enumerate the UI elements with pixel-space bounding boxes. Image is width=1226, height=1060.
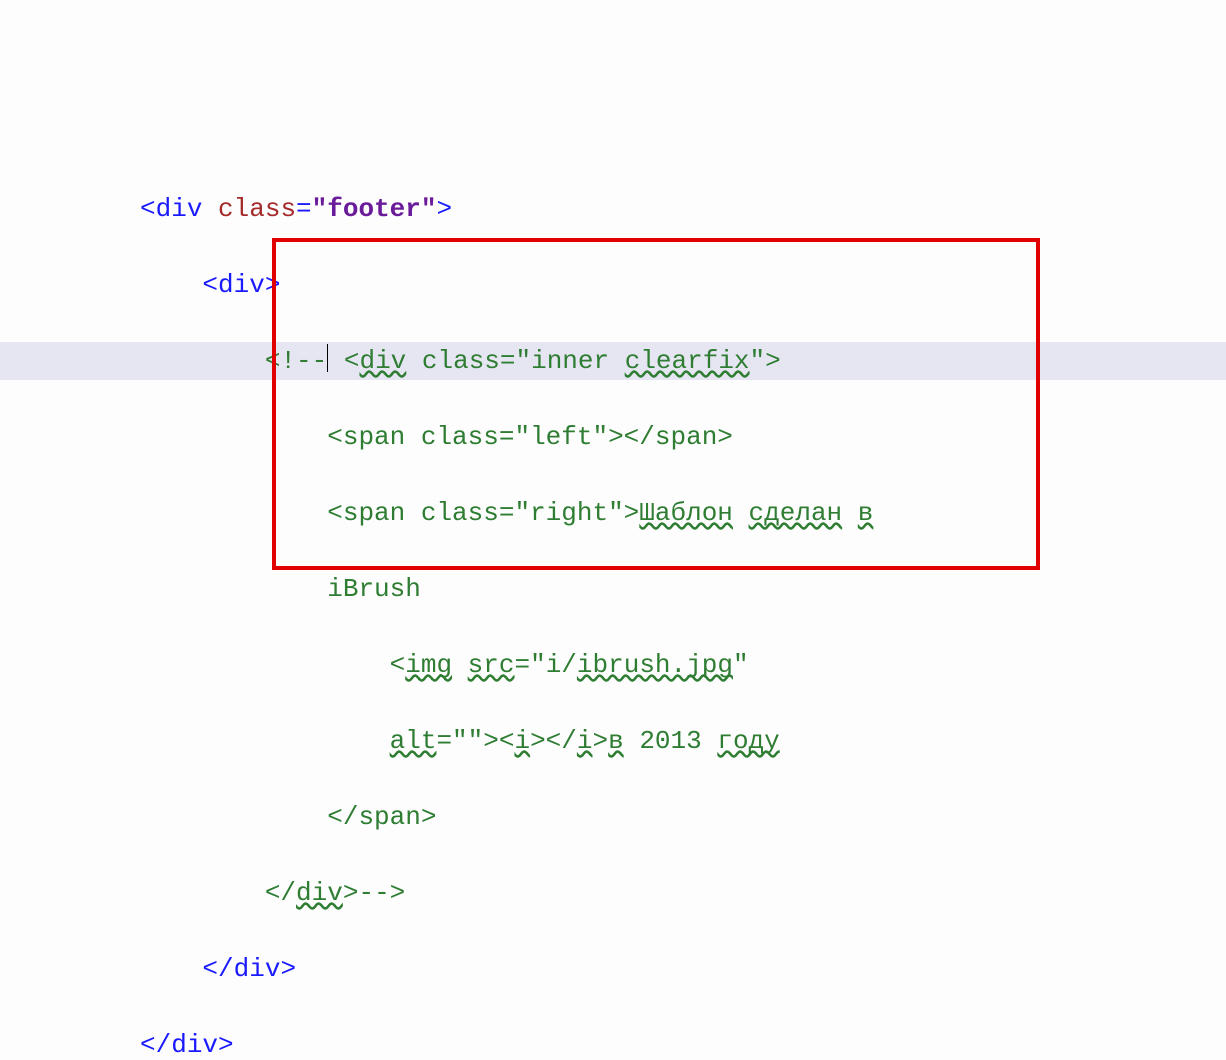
code-line: </div>	[0, 1026, 1226, 1060]
comment-start: <!--	[265, 346, 327, 376]
code-line: <div>	[0, 266, 1226, 304]
code-line: </div>	[0, 950, 1226, 988]
code-line: iBrush	[0, 570, 1226, 608]
code-line: <span class="left"></span>	[0, 418, 1226, 456]
code-line: </span>	[0, 798, 1226, 836]
code-editor: <div class="footer"> <div> <!-- <div cla…	[0, 152, 1226, 1060]
code-line: <img src="i/ibrush.jpg"	[0, 646, 1226, 684]
tag-bracket: <	[140, 194, 156, 224]
code-line: </div>-->	[0, 874, 1226, 912]
code-line: <div class="footer">	[0, 190, 1226, 228]
comment-end: -->	[358, 878, 405, 908]
tag-name: div	[156, 194, 203, 224]
code-line: alt=""><i></i>в 2013 году	[0, 722, 1226, 760]
code-line-highlighted: <!-- <div class="inner clearfix">	[0, 342, 1226, 380]
attr-name: class	[218, 194, 296, 224]
attr-value: footer	[327, 194, 421, 224]
code-line: <span class="right">Шаблон сделан в	[0, 494, 1226, 532]
